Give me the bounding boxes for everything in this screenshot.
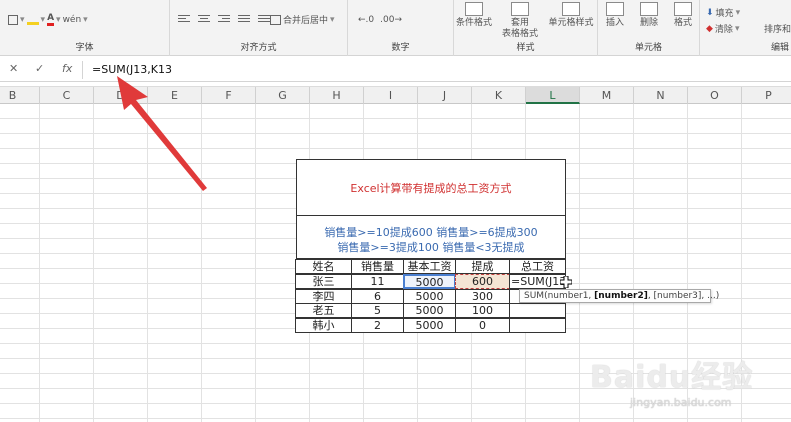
excel-window: ▾ ▾ A ▾ wén ▾ 字体 合并后居中 ▾ 对齐方式 ←.0 .00→ 数…: [0, 0, 791, 422]
watermark: Baidu经验 jingyan.baidu.com: [590, 352, 780, 414]
watermark-url: jingyan.baidu.com: [630, 396, 732, 409]
watermark-logo: Baidu经验: [590, 360, 754, 395]
